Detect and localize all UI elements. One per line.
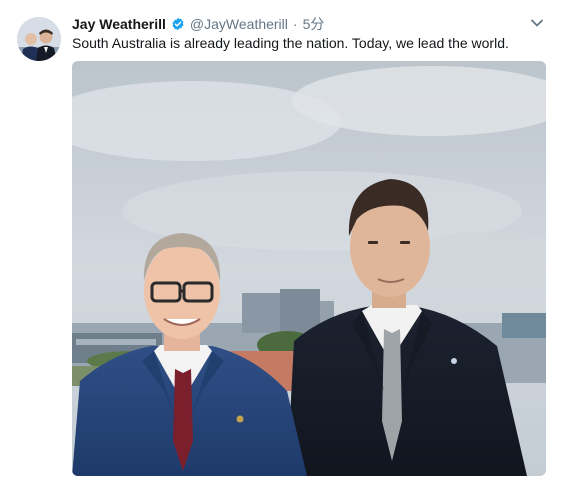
tweet-header: Jay Weatherill @JayWeatherill · 5分 [72,14,324,34]
tweet-text: South Australia is already leading the n… [72,35,509,51]
author-name[interactable]: Jay Weatherill [72,16,166,32]
tweet-card: Jay Weatherill @JayWeatherill · 5分 South… [0,0,580,486]
chevron-down-icon[interactable] [530,16,544,30]
verified-badge-icon [172,17,184,31]
avatar-image [17,17,61,61]
tweet-photo[interactable] [72,61,546,476]
separator-dot: · [292,16,298,32]
avatar[interactable] [17,17,61,61]
author-handle[interactable]: @JayWeatherill [190,16,288,32]
photo-image [72,61,546,476]
timestamp[interactable]: 5分 [303,14,325,34]
